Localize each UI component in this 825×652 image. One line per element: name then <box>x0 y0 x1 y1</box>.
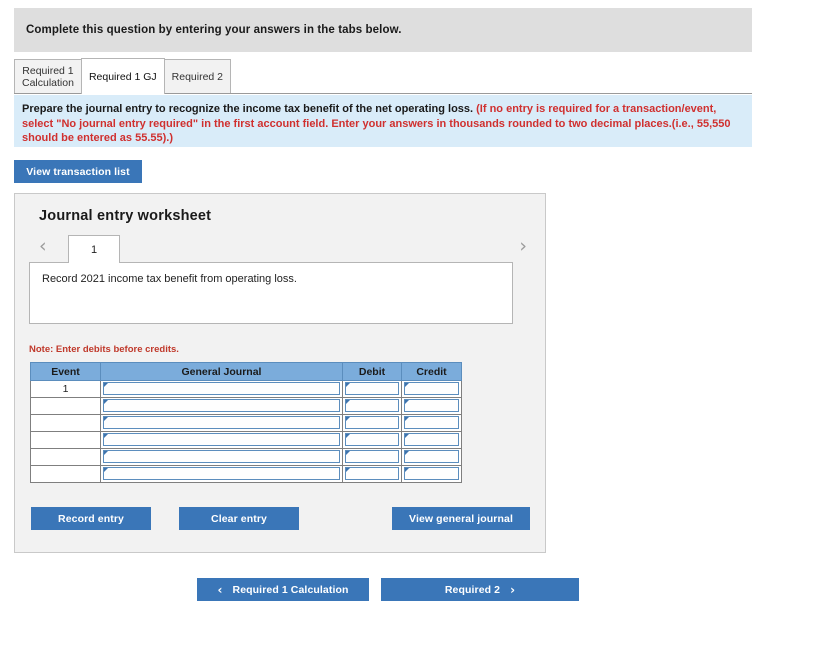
credit-cell <box>401 380 462 398</box>
instruction-band: Prepare the journal entry to recognize t… <box>14 95 752 147</box>
account-select-5[interactable] <box>103 467 340 480</box>
table-row <box>30 414 462 432</box>
chevron-left-icon[interactable]: ‹ <box>39 237 47 256</box>
event-cell <box>30 431 101 449</box>
credit-cell <box>401 397 462 415</box>
account-select-0[interactable] <box>103 382 340 395</box>
journal-entry-table: Event General Journal Debit Credit 1 <box>30 362 462 483</box>
general-journal-cell <box>100 380 343 398</box>
tab-required-1-calculation[interactable]: Required 1 Calculation <box>14 59 82 93</box>
debit-input-4[interactable] <box>345 450 399 463</box>
entry-pager: ‹ 1 › <box>29 235 533 263</box>
credit-cell <box>401 448 462 466</box>
table-row <box>30 465 462 483</box>
account-select-4[interactable] <box>103 450 340 463</box>
clear-entry-button[interactable]: Clear entry <box>179 507 299 530</box>
table-header-row: Event General Journal Debit Credit <box>30 362 462 381</box>
debit-cell <box>342 397 402 415</box>
debit-cell <box>342 431 402 449</box>
debit-input-5[interactable] <box>345 467 399 480</box>
general-journal-cell <box>100 414 343 432</box>
journal-entry-worksheet-panel: Journal entry worksheet ‹ 1 › Record 202… <box>14 193 546 553</box>
table-row <box>30 431 462 449</box>
column-header-debit: Debit <box>342 362 402 381</box>
credit-input-0[interactable] <box>404 382 459 395</box>
column-header-event: Event <box>30 362 101 381</box>
general-journal-cell <box>100 465 343 483</box>
entry-tab-1[interactable]: 1 <box>68 235 120 263</box>
debit-input-2[interactable] <box>345 416 399 429</box>
next-requirement-button[interactable]: Required 2 › <box>381 578 579 601</box>
event-cell <box>30 448 101 466</box>
entry-description-box: Record 2021 income tax benefit from oper… <box>29 262 513 324</box>
credit-cell <box>401 465 462 483</box>
credit-cell <box>401 414 462 432</box>
table-row <box>30 397 462 415</box>
credit-input-2[interactable] <box>404 416 459 429</box>
view-transaction-list-button[interactable]: View transaction list <box>14 160 142 183</box>
column-header-general-journal: General Journal <box>100 362 343 381</box>
general-journal-cell <box>100 397 343 415</box>
credit-cell <box>401 431 462 449</box>
general-journal-cell <box>100 431 343 449</box>
question-header-bar: Complete this question by entering your … <box>14 8 752 52</box>
event-cell <box>30 414 101 432</box>
debit-cell <box>342 380 402 398</box>
instruction-primary-text: Prepare the journal entry to recognize t… <box>22 103 477 115</box>
debit-input-0[interactable] <box>345 382 399 395</box>
requirement-tab-strip: Required 1 Calculation Required 1 GJ Req… <box>14 58 752 94</box>
credit-input-3[interactable] <box>404 433 459 446</box>
debit-input-1[interactable] <box>345 399 399 412</box>
account-select-3[interactable] <box>103 433 340 446</box>
event-cell: 1 <box>30 380 101 398</box>
event-cell <box>30 397 101 415</box>
next-requirement-label: Required 2 <box>444 583 501 596</box>
chevron-right-icon: › <box>510 582 516 597</box>
tab-required-1-gj[interactable]: Required 1 GJ <box>80 58 165 94</box>
debit-input-3[interactable] <box>345 433 399 446</box>
prev-requirement-label: Required 1 Calculation <box>232 583 349 596</box>
view-general-journal-button[interactable]: View general journal <box>392 507 530 530</box>
prev-requirement-button[interactable]: ‹ Required 1 Calculation <box>197 578 369 601</box>
account-select-2[interactable] <box>103 416 340 429</box>
question-header-text: Complete this question by entering your … <box>26 24 402 36</box>
table-row <box>30 448 462 466</box>
entry-description-text: Record 2021 income tax benefit from oper… <box>42 273 297 285</box>
column-header-credit: Credit <box>401 362 462 381</box>
record-entry-button[interactable]: Record entry <box>31 507 151 530</box>
credit-input-5[interactable] <box>404 467 459 480</box>
chevron-right-icon[interactable]: › <box>519 237 527 256</box>
chevron-left-icon: ‹ <box>217 582 223 597</box>
debit-cell <box>342 448 402 466</box>
worksheet-title: Journal entry worksheet <box>39 208 212 224</box>
event-cell <box>30 465 101 483</box>
account-select-1[interactable] <box>103 399 340 412</box>
general-journal-cell <box>100 448 343 466</box>
debit-cell <box>342 465 402 483</box>
debits-before-credits-note: Note: Enter debits before credits. <box>29 344 179 355</box>
instruction-paragraph: Prepare the journal entry to recognize t… <box>22 102 743 146</box>
tab-required-2[interactable]: Required 2 <box>163 59 232 93</box>
table-row: 1 <box>30 380 462 398</box>
credit-input-4[interactable] <box>404 450 459 463</box>
credit-input-1[interactable] <box>404 399 459 412</box>
debit-cell <box>342 414 402 432</box>
